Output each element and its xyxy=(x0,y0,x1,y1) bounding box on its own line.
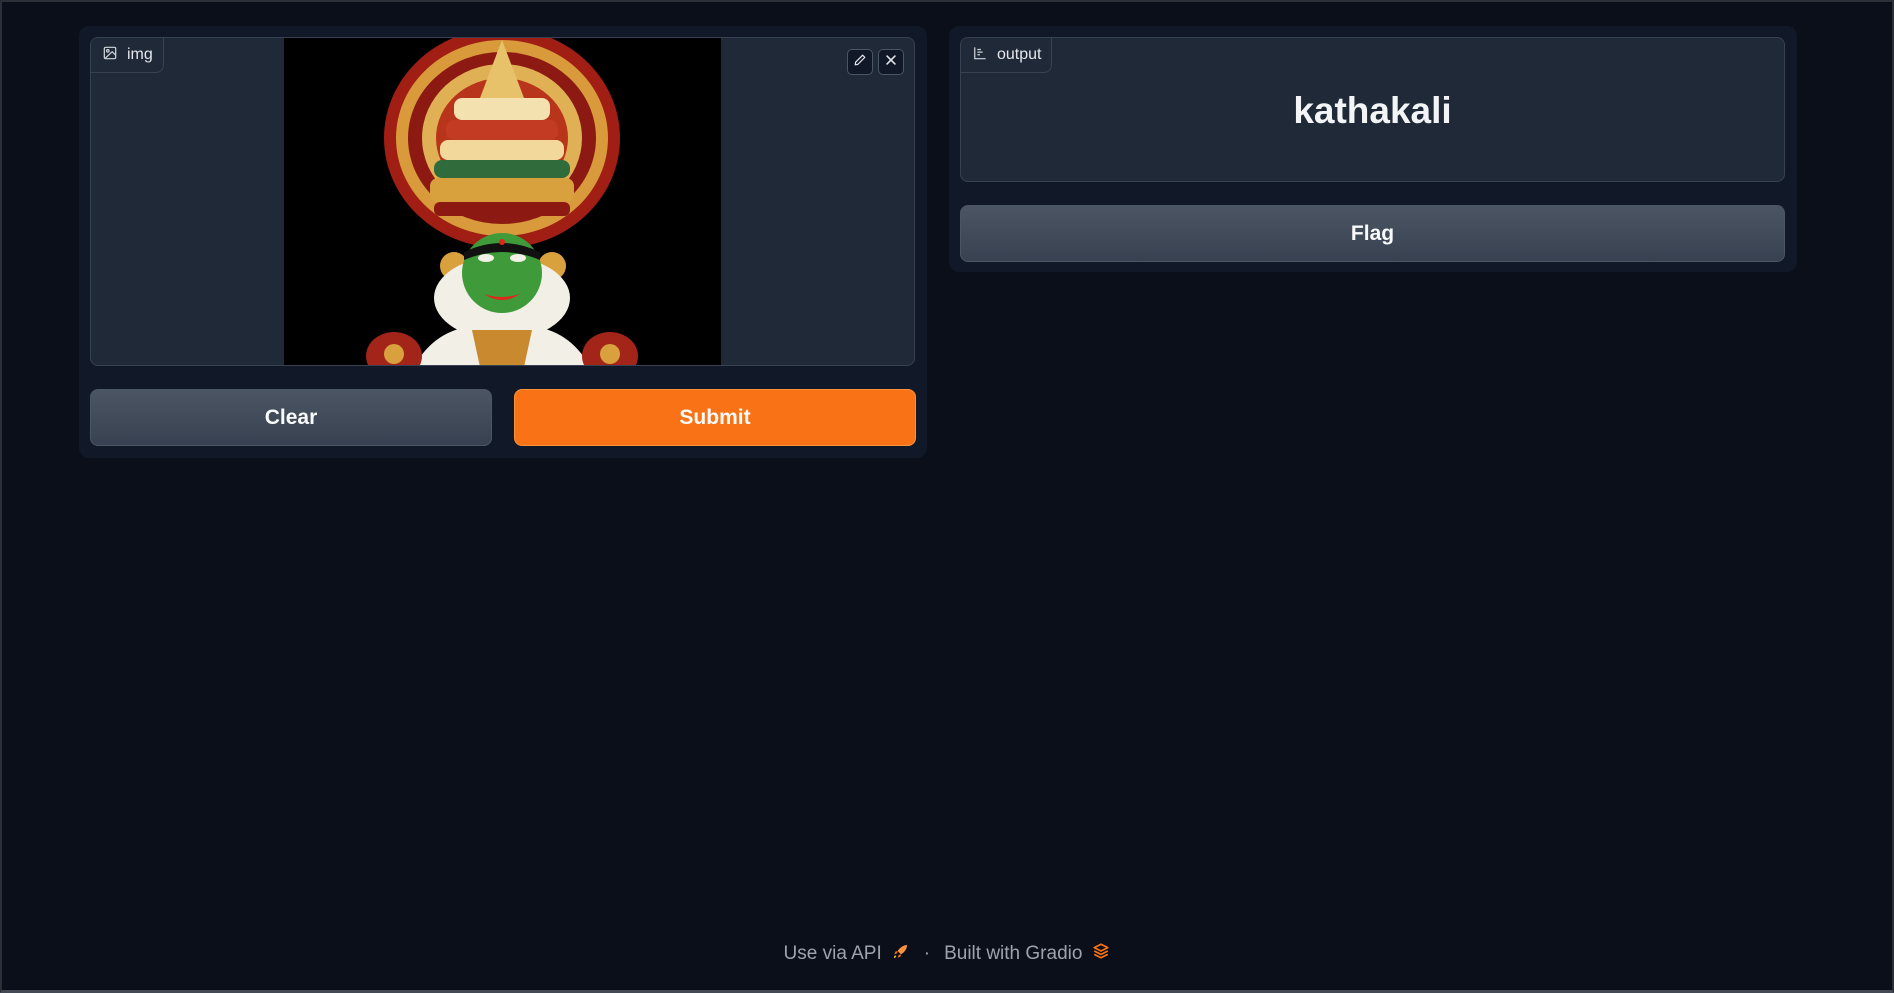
image-icon xyxy=(103,46,117,65)
rocket-icon xyxy=(892,942,910,966)
output-label-box: output kathakali xyxy=(960,37,1785,182)
uploaded-image xyxy=(284,38,721,365)
bar-chart-icon xyxy=(973,46,987,65)
predicted-class: kathakali xyxy=(1293,90,1452,131)
image-input-label: img xyxy=(91,38,164,73)
image-input[interactable]: img xyxy=(90,37,915,366)
output-label-text: output xyxy=(997,46,1042,63)
use-via-api-link[interactable]: Use via API xyxy=(784,943,882,965)
pencil-icon xyxy=(853,53,867,72)
app-window: img Clear Submit output kathakali Flag U… xyxy=(0,0,1894,993)
remove-image-button[interactable] xyxy=(878,49,904,75)
submit-button[interactable]: Submit xyxy=(514,389,916,446)
gradio-logo-icon xyxy=(1092,942,1110,966)
footer: Use via API · Built with Gradio xyxy=(2,942,1892,966)
input-panel: img Clear Submit xyxy=(79,26,927,458)
output-panel: output kathakali Flag xyxy=(949,26,1797,272)
built-with-gradio-link[interactable]: Built with Gradio xyxy=(944,943,1082,965)
edit-image-button[interactable] xyxy=(847,49,873,75)
image-input-label-text: img xyxy=(127,46,153,63)
output-label: output xyxy=(961,38,1053,73)
clear-button[interactable]: Clear xyxy=(90,389,492,446)
footer-separator: · xyxy=(923,943,931,964)
flag-button[interactable]: Flag xyxy=(960,205,1785,262)
close-icon xyxy=(884,53,898,72)
